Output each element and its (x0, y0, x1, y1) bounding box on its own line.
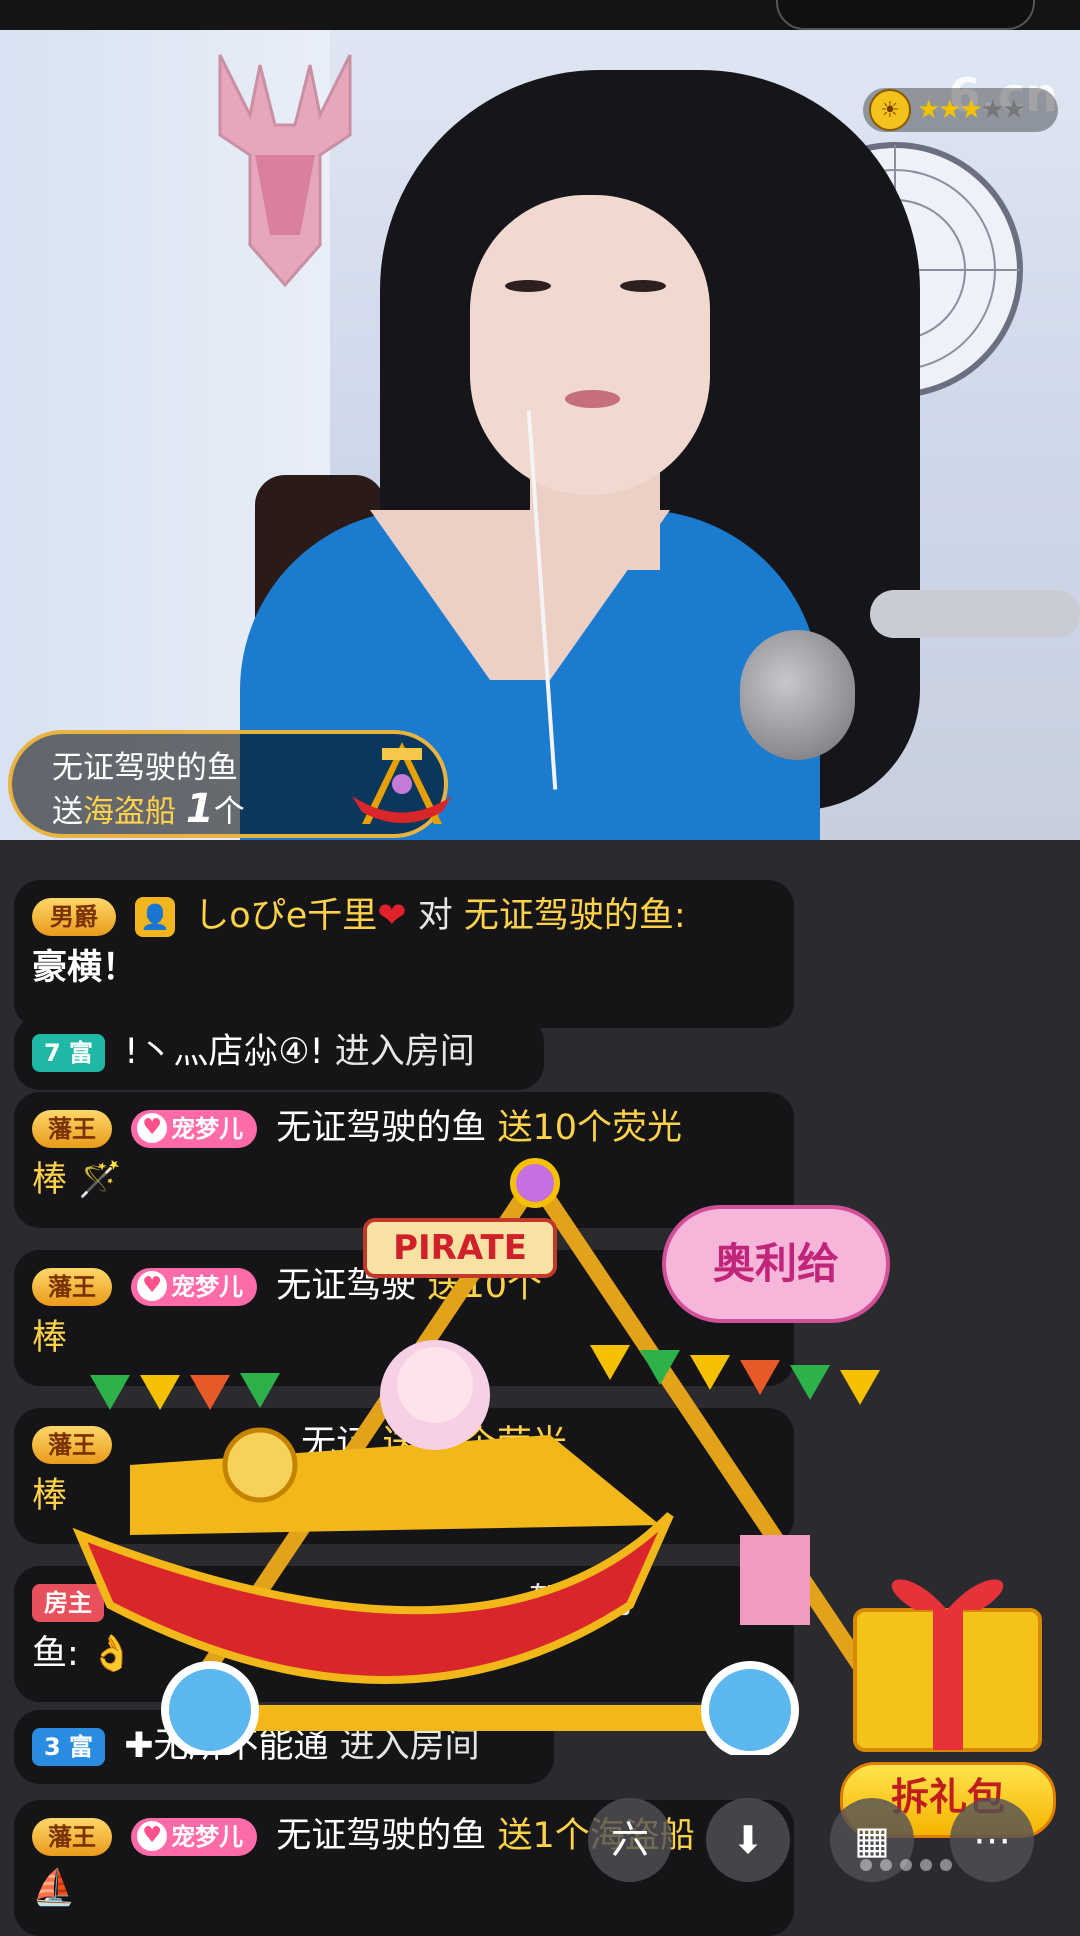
pet-name: 宠梦儿 (171, 1823, 244, 1851)
pet-tag: ♥ 宠梦儿 (131, 1110, 258, 1148)
chat-gift-text-cont: 棒 (32, 1160, 68, 1200)
pirate-ship-mini-icon: ⛵ (32, 1868, 76, 1908)
gift-box-icon[interactable] (845, 1560, 1050, 1760)
speech-bubble: 奥利给 (662, 1205, 890, 1323)
chat-text-cont: 鱼: (32, 1634, 79, 1674)
pirate-ship-icon (352, 742, 452, 824)
sun-badge-icon: ☀ (123, 1583, 164, 1623)
rich-level-tag: 7 富 (32, 1034, 106, 1072)
gift-send-word: 送 (52, 794, 83, 830)
left-eye (505, 280, 551, 292)
chat-gift-text-cont: 棒 (32, 1476, 68, 1516)
microphone-icon (740, 630, 855, 760)
live-video[interactable]: 6.cn ☀ ★★★★★ 无证驾驶的鱼 送海盗船 1个 (0, 30, 1080, 840)
download-icon[interactable]: ⬇ (706, 1798, 790, 1882)
rich-level-tag: 3 富 (32, 1728, 106, 1766)
chat-message[interactable]: 男爵 👤 しoぴe千里❤ 对 无证驾驶的鱼: 豪横！ (14, 880, 794, 1028)
chat-target[interactable]: 无证驾驶的鱼: (464, 896, 686, 936)
chat-message[interactable]: 藩王 ♥ 宠梦儿 无证驾驶的鱼 送10个荧光 棒 🪄 (14, 1092, 794, 1228)
chat-gift-text: 送10个荧光 (382, 1424, 567, 1464)
gift-banner: 无证驾驶的鱼 送海盗船 1个 (8, 730, 452, 838)
streamer-face (470, 195, 710, 495)
pet-heart-icon: ♥ (137, 1113, 168, 1143)
chat-text: 豪横！ (32, 948, 138, 988)
rank-tag: 藩王 (32, 1426, 112, 1464)
pet-heart-icon: ♥ (137, 1271, 168, 1301)
gift-sender: 无证驾驶的鱼 (52, 750, 238, 786)
gift-line: 送海盗船 1个 (52, 786, 245, 832)
more-icon[interactable]: ⋯ (950, 1798, 1034, 1882)
chat-username[interactable]: ✚无所不能通 (124, 1726, 328, 1766)
anchor-rating[interactable]: ☀ ★★★★★ (863, 88, 1058, 132)
chat-message[interactable]: 藩王 ♥宠梦儿 无证驾驶的鱼 送1个海盗船 ⛵ (14, 1800, 794, 1936)
pet-heart-icon: ♥ (137, 1821, 168, 1851)
chat-message[interactable]: 房主 ☀ 梦 驾驶的 鱼: 👌 (14, 1566, 794, 1702)
gift-name: 海盗船 (83, 794, 176, 830)
chat-text: 进入房间 (334, 1032, 475, 1072)
ok-hand-icon: 👌 (89, 1634, 134, 1674)
gift-unit: 个 (213, 794, 245, 830)
rank-tag: 藩王 (32, 1818, 112, 1856)
chat-message[interactable]: 藩王 无证 送10个荧光 棒 (14, 1408, 794, 1544)
right-eye (620, 280, 666, 292)
mic-arm (870, 590, 1080, 638)
chat-text: 进入房间 (339, 1726, 480, 1766)
chat-username[interactable]: 无证驾驶 (276, 1266, 416, 1306)
host-tag: 房主 (32, 1584, 104, 1622)
chat-text: 驾驶的 (528, 1582, 634, 1622)
chat-username[interactable]: !丶灬店尛④! (124, 1032, 323, 1072)
deer-head-decor (218, 54, 352, 288)
chat-gift-text: 送10个 (427, 1266, 542, 1306)
chat-message[interactable]: 7 富 !丶灬店尛④! 进入房间 (14, 1016, 544, 1090)
chat-message[interactable]: 3 富 ✚无所不能通 进入房间 (14, 1710, 554, 1784)
page-indicator (860, 1856, 960, 1875)
user-avatar-icon: 👤 (135, 897, 176, 937)
heart-icon: ❤ (377, 896, 407, 936)
chat-username[interactable]: 无证驾驶的鱼 (276, 1816, 486, 1856)
chat-username[interactable]: 无证驾驶的鱼 (276, 1108, 486, 1148)
chat-gift-text: 送10个荧光 (497, 1108, 682, 1148)
rank-tag: 藩王 (32, 1268, 112, 1306)
rank-tag: 男爵 (32, 898, 116, 936)
pet-name: 宠梦儿 (171, 1115, 244, 1143)
pet-tag: ♥ 宠梦儿 (131, 1268, 258, 1306)
glowstick-icon: 🪄 (78, 1160, 122, 1200)
top-pill-button[interactable] (776, 0, 1035, 30)
gift-count: 1 (185, 786, 214, 832)
chat-gift-text-cont: 棒 (32, 1318, 68, 1358)
pet-name: 宠梦儿 (171, 1273, 244, 1301)
mouth (565, 390, 620, 408)
chat-username[interactable]: しoぴe千里 (194, 896, 377, 936)
rank-tag: 藩王 (32, 1110, 112, 1148)
status-bar (0, 0, 1080, 30)
chat-username[interactable]: 梦 (182, 1582, 217, 1622)
sun-badge-icon: ☀ (869, 89, 911, 131)
six-icon[interactable]: 六 (588, 1798, 672, 1882)
rating-stars: ★★★★★ (917, 95, 1026, 125)
pet-tag: ♥ 宠梦儿 (131, 1818, 258, 1856)
chat-verb: 对 (417, 896, 453, 936)
chat-username[interactable]: 无证 (301, 1424, 371, 1464)
